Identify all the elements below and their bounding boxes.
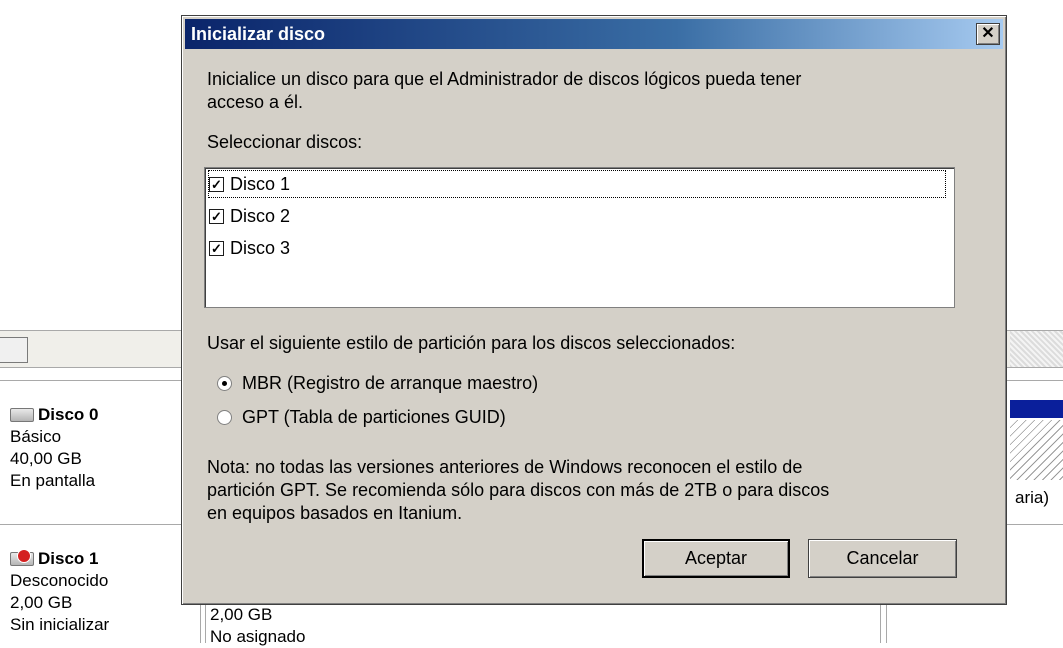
dialog-title: Inicializar disco [191, 23, 326, 44]
disk-icon [10, 408, 34, 422]
disk-item-1[interactable]: ✓ Disco 1 [208, 170, 946, 198]
radio-gpt-label: GPT (Tabla de particiones GUID) [242, 407, 506, 427]
dialog-titlebar[interactable]: Inicializar disco ✕ [185, 19, 1003, 49]
disk-1-size: 2,00 GB [10, 593, 73, 612]
disk-1-status: Sin inicializar [10, 615, 110, 634]
radio-unselected[interactable] [217, 410, 232, 425]
disk-1-info[interactable]: Disco 1 Desconocido 2,00 GB Sin iniciali… [10, 548, 180, 636]
scrollbar-track[interactable] [1010, 331, 1063, 367]
scrollbar-thumb[interactable] [0, 337, 28, 363]
disk-list[interactable]: ✓ Disco 1 ✓ Disco 2 ✓ Disco 3 [204, 167, 955, 308]
disk-0-name: Disco 0 [38, 405, 99, 424]
disk-warning-icon [10, 549, 34, 566]
disk-item-label: Disco 1 [230, 173, 291, 194]
disk-0-info[interactable]: Disco 0 Básico 40,00 GB En pantalla [10, 404, 180, 492]
ok-button-label: Aceptar [684, 548, 748, 568]
cancel-button[interactable]: Cancelar [808, 539, 957, 578]
disk-item-label: Disco 2 [230, 205, 291, 226]
close-button[interactable]: ✕ [976, 23, 1000, 45]
disk-item-2[interactable]: ✓ Disco 2 [209, 203, 290, 229]
checkbox-checked[interactable]: ✓ [209, 208, 224, 224]
disk-0-size: 40,00 GB [10, 449, 82, 468]
checkbox-checked[interactable]: ✓ [209, 176, 224, 192]
partition-style-label: Usar el siguiente estilo de partición pa… [207, 333, 736, 353]
checkbox-checked[interactable]: ✓ [209, 240, 224, 256]
partition-header-bar [1010, 400, 1063, 418]
disk-item-3[interactable]: ✓ Disco 3 [209, 235, 290, 261]
radio-gpt[interactable]: GPT (Tabla de particiones GUID) [217, 407, 506, 428]
radio-mbr-label: MBR (Registro de arranque maestro) [242, 373, 539, 393]
disk-0-status: En pantalla [10, 471, 96, 490]
partition-label-partial: aria) [1015, 488, 1050, 507]
disk-item-label: Disco 3 [230, 237, 291, 258]
unallocated-size: 2,00 GB [210, 605, 273, 624]
disk-1-name: Disco 1 [38, 549, 99, 568]
radio-selected[interactable] [217, 376, 232, 391]
radio-mbr[interactable]: MBR (Registro de arranque maestro) [217, 373, 538, 394]
ok-button[interactable]: Aceptar [642, 539, 790, 578]
disk-0-type: Básico [10, 427, 62, 446]
close-icon: ✕ [981, 25, 995, 42]
intro-text-line-1: Inicialice un disco para que el Administ… [207, 69, 802, 89]
intro-text-line-2: acceso a él. [207, 92, 304, 112]
note-line-2: partición GPT. Se recomienda sólo para d… [207, 480, 830, 500]
unallocated-status: No asignado [210, 627, 306, 646]
partition-hatch[interactable] [1010, 420, 1063, 480]
select-disks-label: Seleccionar discos: [207, 132, 363, 152]
cancel-button-label: Cancelar [846, 548, 919, 568]
disk-1-type: Desconocido [10, 571, 109, 590]
initialize-disk-dialog: Inicializar disco ✕ Inicialice un disco … [181, 15, 1007, 605]
note-line-3: en equipos basados en Itanium. [207, 503, 463, 523]
note-line-1: Nota: no todas las versiones anteriores … [207, 457, 803, 477]
